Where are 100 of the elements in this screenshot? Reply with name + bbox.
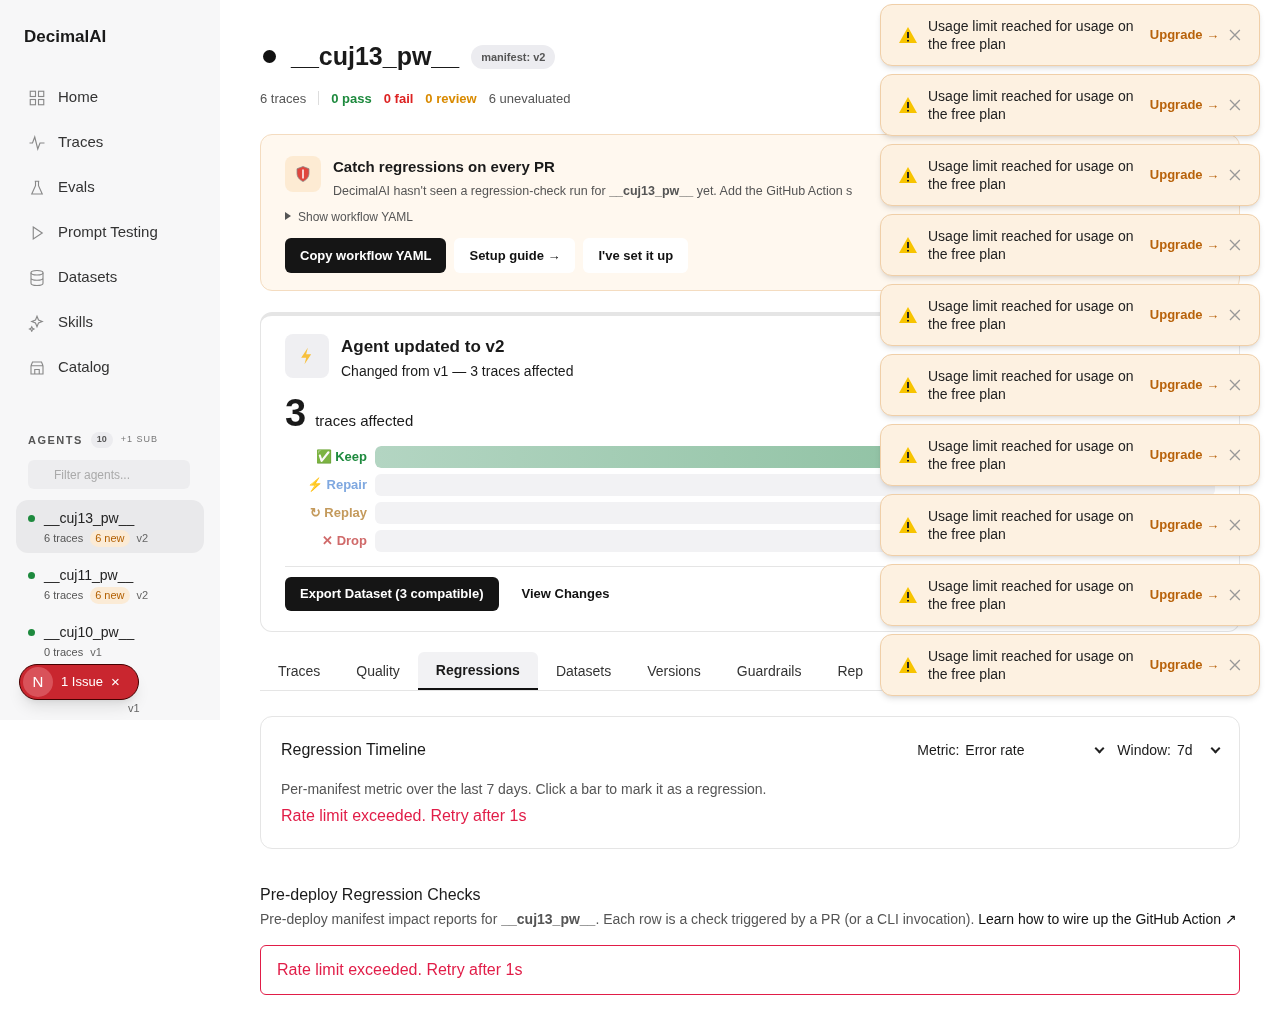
tab[interactable]: Guardrails <box>718 652 820 690</box>
close-icon[interactable] <box>1229 309 1241 321</box>
agent-item[interactable]: __cuj13_pw__ 6 traces 6 new v2 <box>16 500 204 553</box>
warning-icon <box>898 306 918 324</box>
stat-label: 0 review <box>425 89 477 108</box>
toast-message: Usage limit reached for usage on the free plan <box>928 297 1135 333</box>
trace-count: 6 traces <box>44 588 84 603</box>
version-label: v2 <box>136 531 149 546</box>
close-icon[interactable]: × <box>110 670 120 694</box>
trace-count: 6 traces <box>44 531 84 546</box>
upgrade-link[interactable]: Upgrade → <box>1149 585 1220 605</box>
grid-icon <box>28 88 46 107</box>
help-link[interactable]: Learn how to wire up the GitHub Action ↗ <box>978 911 1237 927</box>
select-field[interactable]: 7d <box>1177 738 1219 762</box>
section-description: Pre-deploy manifest impact reports for __cuj13_pw__. Each row is a check triggered by a PR (or a CLI invocation). Learn how to wire up the GitHub Action ↗ <box>260 910 1238 929</box>
field-label: Window: <box>1117 740 1171 760</box>
version-label: v2 <box>136 588 149 603</box>
sub-count: +1 SUB <box>120 433 159 446</box>
warning-icon <box>898 516 918 534</box>
bar-label: ⚡ Repair <box>305 476 367 495</box>
page-title: __cuj13_pw__ <box>291 41 460 72</box>
tab[interactable]: Traces <box>260 652 339 690</box>
nav-item[interactable]: Prompt Testing <box>16 216 204 249</box>
card-title: Regression Timeline <box>281 740 427 760</box>
field-label: Metric: <box>917 740 960 760</box>
triangle-icon <box>285 212 291 221</box>
count-badge: 10 <box>90 432 113 448</box>
issue-toast[interactable]: N 1 Issue × <box>19 664 139 700</box>
close-icon[interactable] <box>1229 379 1241 391</box>
tab[interactable]: Rep <box>819 652 882 690</box>
agent-item[interactable]: __cuj11_pw__ 6 traces 6 new v2 <box>16 557 204 610</box>
select-field[interactable]: Error rate <box>965 738 1104 762</box>
new-badge: 6 new <box>90 587 130 604</box>
nav-item[interactable]: Evals <box>16 171 204 204</box>
action-button[interactable]: I've set it up <box>583 238 689 274</box>
upgrade-link[interactable]: Upgrade → <box>1149 95 1220 115</box>
upgrade-link[interactable]: Upgrade → <box>1149 655 1220 675</box>
toast-message: Usage limit reached for usage on the free plan <box>928 227 1135 263</box>
agent-item[interactable]: __cuj10_pw__ 0 traces v1 <box>16 614 204 667</box>
tab[interactable]: Regressions <box>417 652 538 690</box>
stat-label: 0 fail <box>383 89 414 108</box>
version-label: v1 <box>90 645 102 660</box>
tab[interactable]: Quality <box>338 652 418 690</box>
card-title: Catch regressions on every PR <box>333 157 556 177</box>
agent-name: __cuj13_pw__ <box>44 509 135 528</box>
close-icon[interactable] <box>1229 99 1241 111</box>
upgrade-link[interactable]: Upgrade → <box>1149 235 1220 255</box>
bar-label: ✅ Keep <box>314 448 367 467</box>
error-message: Rate limit exceeded. Retry after 1s <box>260 945 1240 995</box>
sparkle-icon <box>28 313 46 332</box>
upgrade-link[interactable]: Upgrade → <box>1149 305 1220 325</box>
filter-field[interactable]: Filter agents... <box>28 460 190 489</box>
avatar-letter: N <box>23 667 53 697</box>
tab[interactable]: Datasets <box>537 652 630 690</box>
database-icon <box>28 268 46 287</box>
warning-icon <box>898 376 918 394</box>
stat-label: 6 unevaluated <box>488 89 571 108</box>
stat-label: 6 traces <box>260 89 307 108</box>
nav-item[interactable]: Datasets <box>16 261 204 294</box>
toast-message: Usage limit reached for usage on the free plan <box>928 437 1135 473</box>
new-badge: 6 new <box>90 530 130 547</box>
warning-icon <box>898 166 918 184</box>
flask-icon <box>28 178 46 197</box>
warning-icon <box>898 96 918 114</box>
error-message: Rate limit exceeded. Retry after 1s <box>281 806 528 826</box>
upgrade-link[interactable]: Upgrade → <box>1149 445 1220 465</box>
count-label: traces affected <box>315 410 414 431</box>
close-icon[interactable] <box>1229 169 1241 181</box>
tab[interactable]: Versions <box>629 652 719 690</box>
big-number: 3 <box>285 393 307 432</box>
agent-name: __cuj11_pw__ <box>44 566 134 585</box>
warning-icon <box>898 236 918 254</box>
upgrade-link[interactable]: Upgrade → <box>1149 515 1220 535</box>
upgrade-link[interactable]: Upgrade → <box>1149 165 1220 185</box>
close-icon[interactable] <box>1229 449 1241 461</box>
shield-icon <box>285 156 321 192</box>
disclosure-toggle[interactable]: Show workflow YAML <box>285 208 1215 227</box>
pulse-icon <box>28 133 46 152</box>
action-button[interactable]: Export Dataset (3 compatible) <box>285 577 499 611</box>
action-button[interactable]: Copy workflow YAML <box>285 238 447 274</box>
upgrade-link[interactable]: Upgrade → <box>1149 375 1220 395</box>
action-button[interactable]: Setup guide → <box>454 238 576 274</box>
card-subtitle: Changed from v1 — 3 traces affected <box>341 361 574 381</box>
agent-name: __cuj10_pw__ <box>44 623 135 642</box>
section-title: Pre-deploy Regression Checks <box>260 885 482 905</box>
nav-item[interactable]: Skills <box>16 306 204 339</box>
close-icon[interactable] <box>1229 519 1241 531</box>
close-icon[interactable] <box>1229 659 1241 671</box>
upgrade-link[interactable]: Upgrade → <box>1149 25 1220 45</box>
close-icon[interactable] <box>1229 29 1241 41</box>
close-icon[interactable] <box>1229 589 1241 601</box>
nav-item[interactable]: Traces <box>16 126 204 159</box>
nav-item[interactable]: Home <box>16 81 204 114</box>
card-description: DecimalAI hasn't seen a regression-check run for __cuj13_pw__ yet. Add the GitHub Action s <box>333 182 853 200</box>
bar-label: ↻ Replay <box>308 504 367 523</box>
nav-item[interactable]: Catalog <box>16 351 204 384</box>
close-icon[interactable] <box>1229 239 1241 251</box>
trace-count: 0 traces <box>44 645 84 660</box>
lightning-icon <box>285 334 329 378</box>
bar-label: ✕ Drop <box>321 532 367 551</box>
